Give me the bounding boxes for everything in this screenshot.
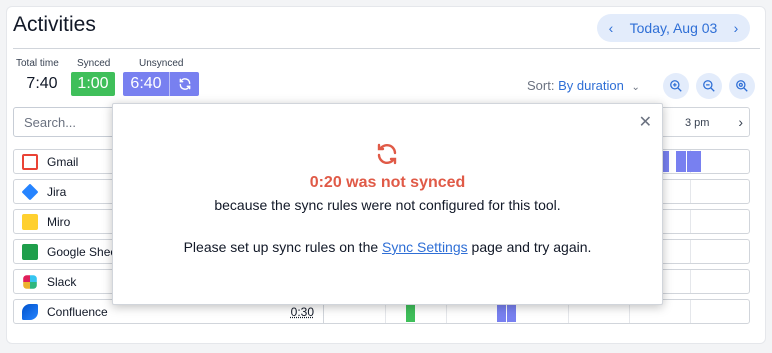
dialog-heading: 0:20 was not synced bbox=[309, 174, 466, 191]
zoom-fit-icon bbox=[736, 80, 748, 92]
zoom-fit-button[interactable] bbox=[729, 73, 755, 99]
slack-icon bbox=[23, 274, 37, 289]
dialog-hint: Please set up sync rules on the Sync Set… bbox=[113, 239, 662, 255]
zoom-in-button[interactable] bbox=[663, 73, 689, 99]
date-label[interactable]: Today, Aug 03 bbox=[625, 20, 722, 36]
app-name: Gmail bbox=[47, 154, 79, 169]
gmail-icon bbox=[22, 153, 38, 170]
miro-icon bbox=[22, 213, 38, 230]
chevron-right-icon[interactable]: › bbox=[722, 20, 750, 36]
sort-value[interactable]: By duration bbox=[558, 78, 624, 93]
timeline-tick: 3 pm bbox=[685, 117, 710, 129]
app-name: Confluence bbox=[47, 304, 108, 319]
jira-icon bbox=[21, 183, 39, 200]
sync-settings-link[interactable]: Sync Settings bbox=[382, 239, 468, 255]
google-sheets-icon bbox=[22, 243, 38, 260]
sync-icon[interactable] bbox=[169, 72, 199, 96]
synced-label: Synced bbox=[77, 58, 111, 69]
app-name: Miro bbox=[47, 214, 71, 229]
app-name: Jira bbox=[47, 184, 67, 199]
sort-prefix: Sort: bbox=[527, 78, 555, 93]
chevron-down-icon[interactable]: ⌄ bbox=[631, 82, 639, 93]
hint-text-after: page and try again. bbox=[467, 239, 592, 255]
sync-icon bbox=[375, 142, 399, 171]
chevron-right-icon[interactable]: › bbox=[738, 114, 743, 130]
header-divider bbox=[13, 48, 760, 49]
chevron-left-icon[interactable]: ‹ bbox=[597, 20, 625, 36]
total-time-value: 7:40 bbox=[26, 75, 58, 92]
sort-dropdown[interactable]: Sort: By duration ⌄ bbox=[527, 78, 640, 93]
zoom-out-button[interactable] bbox=[696, 73, 722, 99]
date-navigator: ‹ Today, Aug 03 › bbox=[597, 14, 750, 42]
confluence-icon bbox=[22, 303, 38, 320]
app-name: Slack bbox=[47, 274, 77, 289]
dialog-reason: because the sync rules were not configur… bbox=[214, 197, 561, 213]
unsynced-label: Unsynced bbox=[139, 58, 184, 69]
synced-value[interactable]: 1:00 bbox=[71, 72, 115, 96]
zoom-in-icon bbox=[670, 80, 682, 92]
unsynced-value[interactable]: 6:40 bbox=[123, 72, 169, 96]
activity-bar[interactable] bbox=[687, 151, 701, 172]
zoom-out-icon bbox=[703, 80, 715, 92]
app-duration[interactable]: 0:30 bbox=[291, 305, 314, 319]
page-title: Activities bbox=[13, 13, 96, 36]
close-icon[interactable]: ✕ bbox=[639, 112, 652, 132]
unsynced-info-popover: ✕ 0:20 was not synced because the sync r… bbox=[112, 103, 663, 305]
total-time-label: Total time bbox=[16, 58, 59, 69]
activity-bar[interactable] bbox=[676, 151, 686, 172]
unsynced-box[interactable]: 6:40 bbox=[123, 72, 199, 96]
hint-text-before: Please set up sync rules on the bbox=[183, 239, 383, 255]
